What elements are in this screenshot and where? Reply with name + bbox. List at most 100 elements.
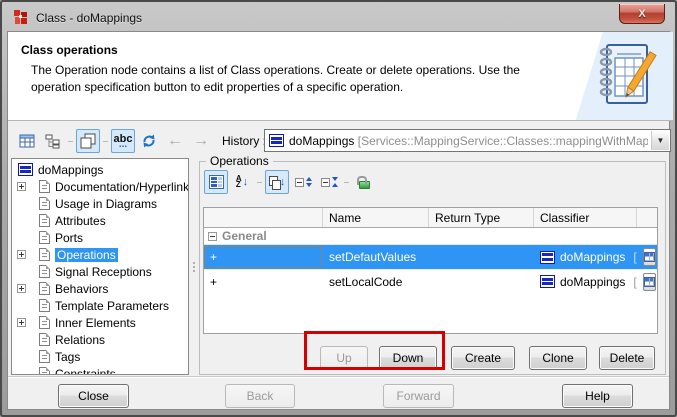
visibility-cell[interactable]: + [204,270,323,293]
operations-groupbox: Operations AZ ↓ ↓ [199,161,666,375]
tree-item-usage-in-diagrams[interactable]: Usage in Diagrams [12,195,188,212]
return-type-cell[interactable] [429,245,534,269]
dialog-client-area: Class operations The Operation node cont… [7,31,670,410]
tree-item-documentation[interactable]: Documentation/Hyperlinks [12,178,188,195]
tree-item-constraints[interactable]: Constraints [12,365,188,375]
groupbox-legend: Operations [206,154,273,168]
toolbar-separator [67,129,74,153]
collapse-all-icon[interactable] [317,170,341,194]
group-label: General [222,229,267,243]
page-description: The Operation node contains a list of Cl… [31,62,561,96]
history-value: doMappings [289,134,354,148]
visibility-cell[interactable]: + [204,245,323,269]
duplicate-view-icon[interactable] [76,129,100,153]
help-button[interactable]: Help [562,384,633,408]
classifier-cell[interactable]: doMappings [S... [534,245,637,269]
history-combobox[interactable]: doMappings [Services::MappingService::Cl… [264,129,671,152]
close-dialog-button[interactable]: Close [58,384,129,408]
refresh-icon[interactable] [137,129,161,153]
spec-cell [637,270,657,293]
expander-plus-icon[interactable] [17,318,26,327]
class-icon [540,275,555,288]
tree-item-label: Template Parameters [55,299,169,313]
tree-item-label: doMappings [38,163,103,177]
toolbar-separator [256,170,263,194]
toolbar-separator [102,129,109,153]
tree-item-tags[interactable]: Tags [12,348,188,365]
table-header-row: Name Return Type Classifier [204,208,657,228]
column-header-classifier[interactable]: Classifier [534,208,637,227]
tree-item-inner-elements[interactable]: Inner Elements [12,314,188,331]
document-icon [39,367,50,375]
tree-item-behaviors[interactable]: Behaviors [12,280,188,297]
close-button[interactable]: X [619,4,665,24]
classifier-cell[interactable]: doMappings [S... [534,270,637,293]
chevron-down-icon[interactable]: ▼ [651,131,669,150]
document-icon [39,316,50,329]
table-row[interactable]: + setLocalCode doMappings [S... [204,269,657,293]
tree-item-label: Constraints [55,367,116,376]
tree-item-ports[interactable]: Ports [12,229,188,246]
group-row-general[interactable]: General [204,228,657,245]
document-icon [39,265,50,278]
document-icon [39,333,50,346]
sort-alphabetically-icon[interactable]: AZ ↓ [230,170,254,194]
table-view-icon[interactable] [15,129,39,153]
document-icon [39,197,50,210]
tree-item-relations[interactable]: Relations [12,331,188,348]
window-title: Class - doMappings [36,11,142,25]
tree-root-domappings[interactable]: doMappings [12,161,188,178]
document-icon [39,180,50,193]
notebook-pencil-icon [595,42,659,108]
node-tree-panel[interactable]: doMappings Documentation/Hyperlinks Usag… [11,158,189,375]
clone-button[interactable]: Clone [529,346,587,370]
delete-button[interactable]: Delete [599,346,655,370]
tree-item-label-selected: Operations [55,248,118,262]
tree-view-icon[interactable] [41,129,65,153]
document-icon [39,248,50,261]
name-cell[interactable]: setLocalCode [323,270,429,293]
specification-table-icon [644,277,655,287]
up-button[interactable]: Up [320,346,368,370]
forward-button[interactable]: Forward [383,384,454,408]
tree-item-template-parameters[interactable]: Template Parameters [12,297,188,314]
history-forward-icon[interactable]: → [189,129,213,153]
abc-names-icon[interactable]: abc ... [111,129,135,153]
toolbar-separator [343,170,350,194]
panel-splitter[interactable] [190,158,198,375]
back-button[interactable]: Back [225,384,295,408]
titlebar[interactable]: Class - doMappings X [4,4,673,31]
tree-item-operations[interactable]: Operations [12,246,188,263]
table-row[interactable]: + setDefautValues doMappings [S... [204,245,657,269]
column-header-spec[interactable] [637,208,657,227]
sort-by-order-icon[interactable]: ↓ [265,170,289,194]
tree-item-label: Usage in Diagrams [55,197,157,211]
expander-plus-icon[interactable] [17,250,26,259]
tree-item-signal-receptions[interactable]: Signal Receptions [12,263,188,280]
name-cell[interactable]: setDefautValues [323,245,429,269]
column-header-return-type[interactable]: Return Type [429,208,534,227]
document-icon [39,350,50,363]
tree-item-label: Inner Elements [55,316,136,330]
unlock-icon[interactable] [352,170,376,194]
tree-item-label: Attributes [55,214,106,228]
expander-plus-icon[interactable] [17,182,26,191]
column-header-empty[interactable] [204,208,323,227]
operations-table[interactable]: Name Return Type Classifier General + se… [203,207,658,334]
app-logo-icon [12,9,29,26]
expander-plus-icon[interactable] [17,284,26,293]
column-header-name[interactable]: Name [323,208,429,227]
collapse-group-icon[interactable] [208,232,217,241]
specification-button[interactable] [643,273,656,291]
create-button[interactable]: Create [451,346,515,370]
specification-button[interactable] [643,248,656,266]
down-button[interactable]: Down [379,346,437,370]
document-icon [39,231,50,244]
history-back-icon[interactable]: ← [163,129,187,153]
expand-all-icon[interactable] [291,170,315,194]
return-type-cell[interactable] [429,270,534,293]
show-columns-icon[interactable] [204,170,228,194]
document-icon [39,282,50,295]
tree-item-label: Tags [55,350,80,364]
tree-item-attributes[interactable]: Attributes [12,212,188,229]
